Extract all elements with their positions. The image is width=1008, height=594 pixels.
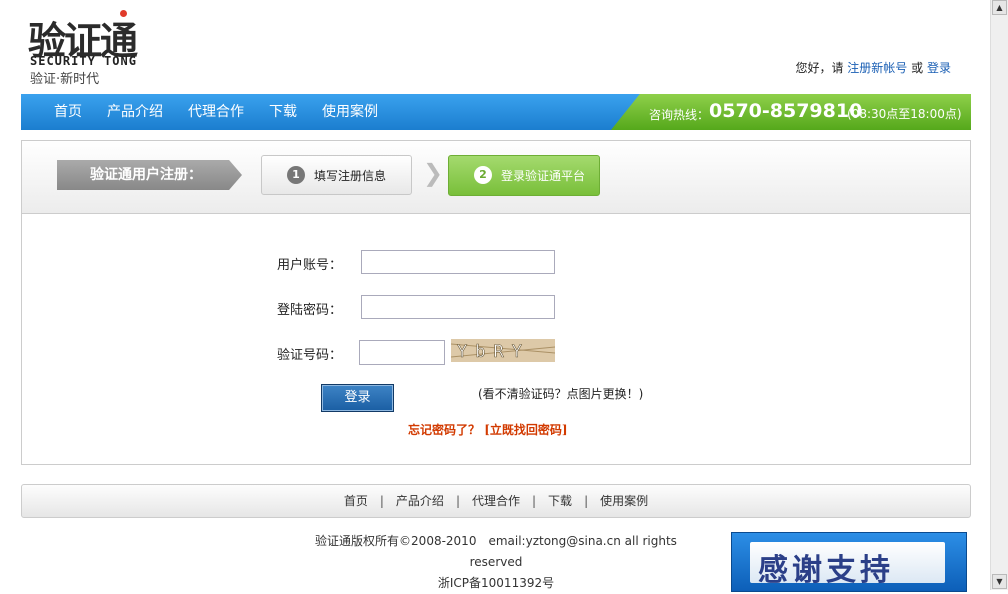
captcha-text: YbRY	[457, 342, 530, 362]
icp-text: 浙ICP备10011392号	[437, 576, 555, 590]
captcha-input[interactable]	[359, 340, 445, 365]
login-button[interactable]: 登录	[321, 384, 394, 412]
nav-item-home[interactable]: 首页	[54, 94, 82, 130]
step-bar: 验证通用户注册： 1 填写注册信息 ❯ 2 登录验证通平台	[22, 141, 970, 214]
captcha-image[interactable]: YbRY	[451, 339, 555, 362]
footer-link-cases[interactable]: 使用案例	[600, 494, 648, 508]
triangle-up-icon[interactable]: ▲	[992, 0, 1007, 15]
nav-item-agency[interactable]: 代理合作	[188, 94, 244, 130]
step-2-label: 登录验证通平台	[501, 169, 586, 183]
footer-link-products[interactable]: 产品介绍	[396, 494, 444, 508]
hotline-hours: (08:30点至18:00点)	[847, 107, 962, 121]
step-1-number: 1	[287, 166, 305, 184]
footer-link-agency[interactable]: 代理合作	[472, 494, 520, 508]
account-input[interactable]	[361, 250, 555, 274]
recover-password-link[interactable]: [立既找回密码]	[484, 423, 567, 437]
step-title: 验证通用户注册：	[57, 160, 242, 190]
step-2: 2 登录验证通平台	[448, 155, 600, 196]
step-1-label: 填写注册信息	[314, 169, 387, 183]
logo-english: SECURITY TONG	[30, 54, 137, 68]
footer-link-download[interactable]: 下载	[548, 494, 572, 508]
step-2-number: 2	[474, 166, 492, 184]
forgot-password: 忘记密码了？ [立既找回密码]	[408, 421, 568, 438]
copyright-block: 验证通版权所有©2008-2010 email:yztong@sina.cn a…	[300, 531, 692, 594]
password-input[interactable]	[361, 295, 555, 319]
login-link[interactable]: 登录	[927, 61, 951, 75]
page-scrollbar[interactable]: ▲ ▼	[990, 0, 1008, 590]
logo-slogan: 验证·新时代	[30, 72, 100, 87]
thanks-text: 感谢支持	[758, 553, 894, 588]
footer-link-home[interactable]: 首页	[344, 494, 368, 508]
login-panel: 验证通用户注册： 1 填写注册信息 ❯ 2 登录验证通平台 用户账号： 登陆密码…	[21, 140, 971, 465]
nav-item-products[interactable]: 产品介绍	[107, 94, 163, 130]
or-text: 或	[911, 61, 924, 75]
hotline-label: 咨询热线：	[649, 108, 710, 122]
step-1: 1 填写注册信息	[261, 155, 412, 195]
hotline-banner: 咨询热线： 0570-8579810 (08:30点至18:00点)	[611, 94, 971, 130]
footer-nav: 首页 | 产品介绍 | 代理合作 | 下载 | 使用案例	[21, 484, 971, 518]
greeting-text: 您好，请	[795, 61, 844, 75]
captcha-label: 验证号码：	[277, 348, 343, 363]
forgot-prefix: 忘记密码了？	[408, 423, 481, 437]
nav-item-download[interactable]: 下载	[269, 94, 297, 130]
copyright-text: 验证通版权所有©2008-2010 email:yztong@sina.cn a…	[315, 534, 677, 569]
triangle-down-icon[interactable]: ▼	[992, 574, 1007, 589]
top-user-links: 您好，请 注册新帐号 或 登录	[795, 59, 951, 76]
password-label: 登陆密码：	[277, 303, 343, 318]
nav-item-cases[interactable]: 使用案例	[322, 94, 378, 130]
captcha-hint: (看不清验证码？点图片更换！)	[478, 387, 644, 401]
site-logo[interactable]: 验证通 SECURITY TONG 验证·新时代	[28, 10, 188, 87]
register-link[interactable]: 注册新帐号	[847, 61, 907, 75]
hotline-number: 0570-8579810	[709, 100, 863, 122]
logo-dot	[120, 10, 127, 17]
account-label: 用户账号：	[277, 258, 343, 273]
thanks-banner[interactable]: 感谢支持	[731, 532, 967, 592]
main-nav: 首页 产品介绍 代理合作 下载 使用案例 咨询热线： 0570-8579810 …	[21, 94, 971, 130]
chevron-right-icon: ❯	[423, 159, 444, 187]
